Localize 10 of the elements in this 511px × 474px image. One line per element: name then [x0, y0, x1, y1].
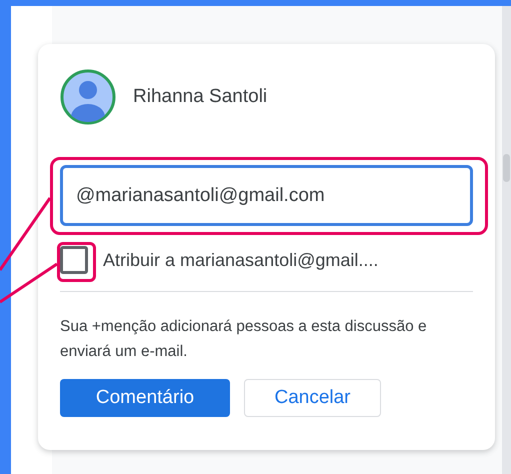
author-name: Rihanna Santoli: [133, 86, 268, 108]
avatar-icon: [60, 69, 116, 125]
mention-notice: Sua +menção adicionará pessoas a esta discussão e enviará um e-mail.: [60, 317, 428, 362]
cancel-button[interactable]: Cancelar: [244, 379, 381, 417]
highlight-box: [57, 242, 96, 282]
checkbox[interactable]: [60, 246, 88, 274]
assign-label: Atribuir a marianasantoli@gmail....: [103, 250, 378, 270]
scrollbar-thumb[interactable]: [503, 154, 510, 182]
comment-button[interactable]: Comentário: [60, 379, 230, 417]
input-field[interactable]: @marianasantoli@gmail.com: [60, 165, 473, 226]
